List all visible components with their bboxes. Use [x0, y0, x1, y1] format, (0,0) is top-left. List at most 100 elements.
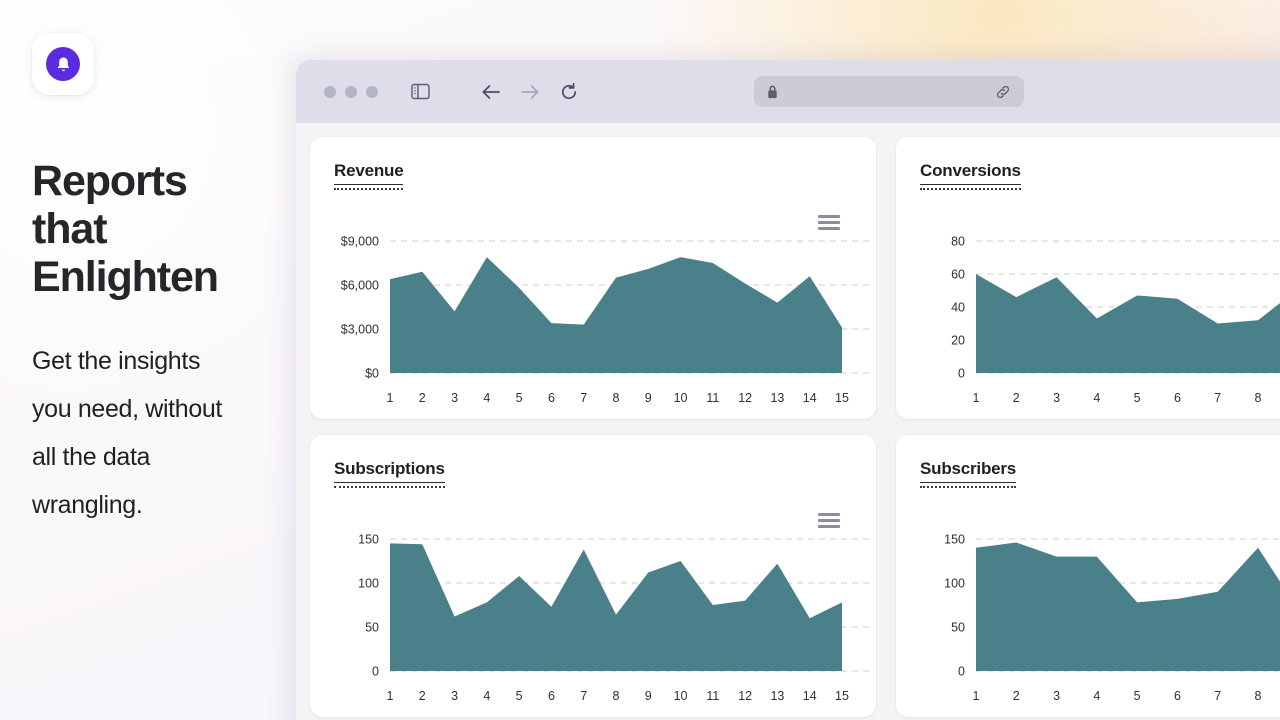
svg-text:9: 9: [645, 689, 652, 703]
svg-text:$3,000: $3,000: [341, 323, 379, 337]
svg-text:11: 11: [706, 689, 719, 703]
card-subscribers: Subscribers 050100150123456789101112: [896, 435, 1280, 717]
svg-text:3: 3: [451, 689, 458, 703]
svg-text:$0: $0: [365, 367, 379, 381]
browser-chrome: [296, 60, 1280, 123]
arrow-left-icon[interactable]: [476, 77, 506, 107]
svg-text:50: 50: [365, 621, 379, 635]
svg-text:2: 2: [1013, 689, 1020, 703]
svg-text:20: 20: [951, 334, 965, 348]
close-window-button[interactable]: [324, 86, 336, 98]
headline-line-1: Reports: [32, 157, 187, 205]
card-subscriptions: Subscriptions 05010015012345678910111213…: [310, 435, 876, 717]
svg-text:8: 8: [613, 689, 620, 703]
svg-text:0: 0: [372, 665, 379, 679]
svg-text:2: 2: [419, 391, 426, 405]
svg-text:$6,000: $6,000: [341, 279, 379, 293]
card-title-revenue: Revenue: [334, 161, 403, 185]
svg-text:5: 5: [1134, 391, 1141, 405]
svg-text:7: 7: [580, 689, 587, 703]
svg-text:1: 1: [387, 391, 394, 405]
svg-text:8: 8: [1255, 689, 1262, 703]
screenshot-root: Reports that Enlighten Get the insights …: [0, 0, 1280, 720]
svg-text:1: 1: [387, 689, 394, 703]
svg-text:100: 100: [358, 577, 379, 591]
chart-subscribers: 050100150123456789101112: [896, 521, 1280, 717]
app-logo: [32, 33, 94, 95]
arrow-right-icon[interactable]: [515, 77, 545, 107]
svg-text:15: 15: [835, 391, 849, 405]
dashboard-grid: Revenue $0$3,000$6,000$9,000123456789101…: [296, 123, 1280, 717]
svg-text:14: 14: [803, 689, 817, 703]
svg-text:80: 80: [951, 235, 965, 249]
link-icon[interactable]: [995, 84, 1011, 100]
svg-text:4: 4: [483, 689, 490, 703]
svg-text:4: 4: [1093, 689, 1100, 703]
svg-text:6: 6: [548, 391, 555, 405]
subcopy-line-3: all the data: [32, 443, 150, 471]
chart-subscriptions: 050100150123456789101112131415: [310, 521, 876, 717]
svg-text:10: 10: [674, 391, 688, 405]
svg-text:2: 2: [1013, 391, 1020, 405]
svg-text:50: 50: [951, 621, 965, 635]
chart-revenue: $0$3,000$6,000$9,00012345678910111213141…: [310, 223, 876, 419]
zoom-window-button[interactable]: [366, 86, 378, 98]
svg-text:2: 2: [419, 689, 426, 703]
hero-subcopy: Get the insights you need, without all t…: [32, 337, 268, 529]
svg-text:6: 6: [1174, 391, 1181, 405]
svg-text:13: 13: [770, 391, 784, 405]
svg-text:3: 3: [1053, 689, 1060, 703]
sidebar-toggle-icon[interactable]: [405, 77, 435, 107]
subcopy-line-1: Get the insights: [32, 347, 200, 375]
svg-text:3: 3: [451, 391, 458, 405]
svg-text:8: 8: [613, 391, 620, 405]
svg-text:9: 9: [645, 391, 652, 405]
svg-text:0: 0: [958, 665, 965, 679]
card-title-subscriptions: Subscriptions: [334, 459, 445, 483]
card-conversions: Conversions 020406080123456789101112: [896, 137, 1280, 419]
address-bar[interactable]: [754, 76, 1024, 107]
svg-text:13: 13: [770, 689, 784, 703]
svg-text:5: 5: [516, 689, 523, 703]
logo-circle: [46, 47, 80, 81]
reload-icon[interactable]: [554, 77, 584, 107]
svg-text:11: 11: [706, 391, 719, 405]
browser-window: Revenue $0$3,000$6,000$9,000123456789101…: [296, 60, 1280, 720]
svg-text:4: 4: [1093, 391, 1100, 405]
svg-text:4: 4: [483, 391, 490, 405]
svg-text:150: 150: [944, 533, 965, 547]
svg-text:3: 3: [1053, 391, 1060, 405]
headline-line-3: Enlighten: [32, 253, 218, 301]
svg-text:60: 60: [951, 268, 965, 282]
window-traffic-lights[interactable]: [324, 86, 378, 98]
card-revenue: Revenue $0$3,000$6,000$9,000123456789101…: [310, 137, 876, 419]
svg-text:1: 1: [973, 689, 980, 703]
svg-text:12: 12: [738, 391, 752, 405]
svg-text:0: 0: [958, 367, 965, 381]
svg-text:6: 6: [548, 689, 555, 703]
svg-text:100: 100: [944, 577, 965, 591]
svg-text:6: 6: [1174, 689, 1181, 703]
svg-text:7: 7: [1214, 391, 1221, 405]
svg-text:150: 150: [358, 533, 379, 547]
svg-text:10: 10: [674, 689, 688, 703]
subcopy-line-4: wrangling.: [32, 491, 142, 519]
lock-icon: [767, 85, 778, 99]
svg-text:15: 15: [835, 689, 849, 703]
card-title-conversions: Conversions: [920, 161, 1021, 185]
subcopy-line-2: you need, without: [32, 395, 222, 423]
svg-text:5: 5: [1134, 689, 1141, 703]
headline-line-2: that: [32, 205, 106, 253]
chart-conversions: 020406080123456789101112: [896, 223, 1280, 419]
svg-text:$9,000: $9,000: [341, 235, 379, 249]
svg-text:8: 8: [1255, 391, 1262, 405]
svg-text:7: 7: [580, 391, 587, 405]
svg-text:12: 12: [738, 689, 752, 703]
page-title: Reports that Enlighten: [32, 157, 268, 301]
svg-text:40: 40: [951, 301, 965, 315]
bell-icon: [54, 55, 73, 74]
minimize-window-button[interactable]: [345, 86, 357, 98]
svg-text:7: 7: [1214, 689, 1221, 703]
svg-text:14: 14: [803, 391, 817, 405]
card-title-subscribers: Subscribers: [920, 459, 1016, 483]
